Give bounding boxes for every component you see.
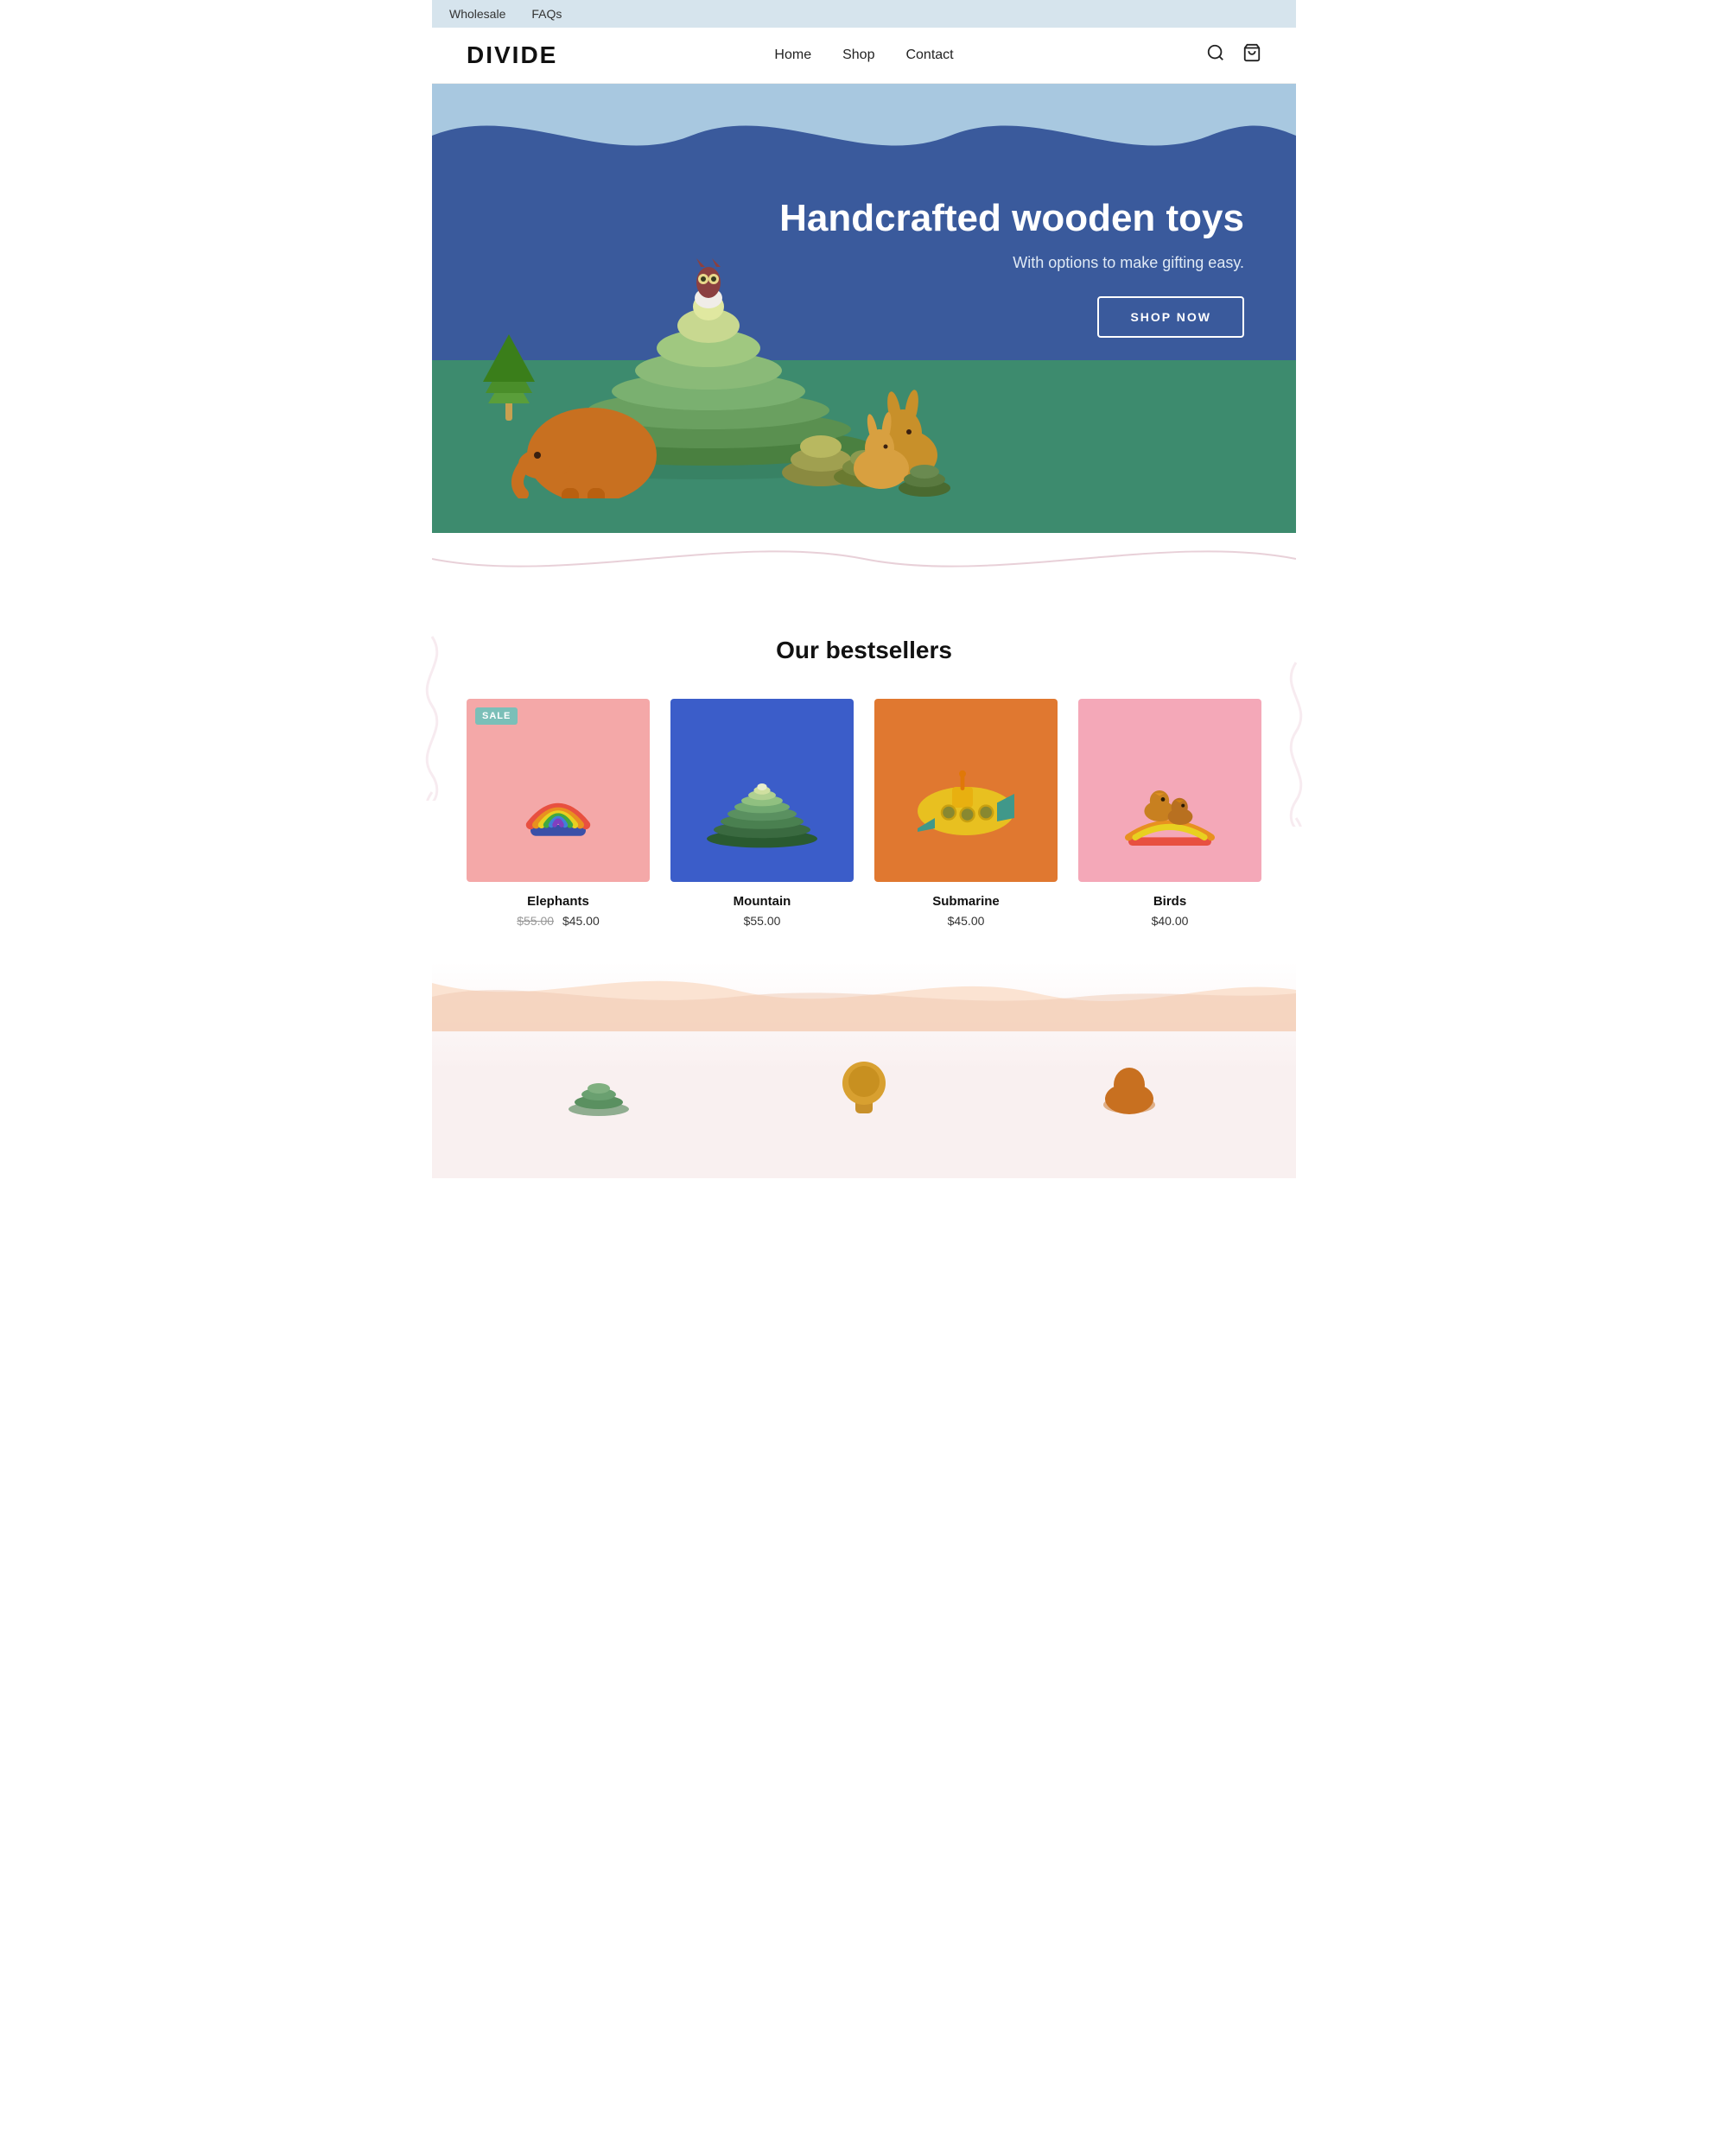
nav-shop[interactable]: Shop — [842, 48, 874, 63]
product-price-mountain: $55.00 — [670, 914, 854, 928]
product-price-elephants: $55.00 $45.00 — [467, 914, 650, 928]
bestsellers-heading: Our bestsellers — [467, 637, 1261, 664]
header-icons — [996, 43, 1261, 67]
logo: DIVIDE — [467, 41, 732, 69]
main-nav: Home Shop Contact — [732, 48, 997, 63]
price-birds: $40.00 — [1152, 914, 1189, 928]
bottom-toy-mid — [829, 1049, 899, 1118]
search-icon — [1206, 43, 1225, 62]
hero-section: Handcrafted wooden toys With options to … — [432, 84, 1296, 533]
product-name-birds: Birds — [1078, 894, 1261, 909]
bestsellers-section: Our bestsellers SALE — [432, 585, 1296, 962]
product-card-elephants[interactable]: SALE Elephants $55.00 $45.00 — [467, 699, 650, 928]
cart-button[interactable] — [1242, 43, 1261, 67]
product-card-birds[interactable]: Birds $40.00 — [1078, 699, 1261, 928]
bottom-section — [432, 962, 1296, 1178]
product-image-elephants: SALE — [467, 699, 650, 882]
wholesale-link[interactable]: Wholesale — [449, 7, 505, 21]
product-bg-elephants — [467, 699, 650, 882]
nav-contact[interactable]: Contact — [905, 48, 953, 63]
product-illustration-birds — [1101, 721, 1239, 859]
product-price-birds: $40.00 — [1078, 914, 1261, 928]
hero-content: Handcrafted wooden toys With options to … — [779, 196, 1244, 338]
search-button[interactable] — [1206, 43, 1225, 67]
wave-divider — [432, 533, 1296, 585]
squiggle-right-decoration — [1270, 654, 1322, 827]
squiggle-left-decoration — [406, 628, 458, 801]
hero-subtitle: With options to make gifting easy. — [779, 254, 1244, 272]
bottom-wave — [432, 962, 1296, 1031]
product-illustration-submarine — [897, 721, 1035, 859]
top-bar: Wholesale FAQs — [432, 0, 1296, 28]
product-image-mountain — [670, 699, 854, 882]
nav-home[interactable]: Home — [774, 48, 811, 63]
product-illustration-mountain — [693, 721, 831, 859]
product-image-birds — [1078, 699, 1261, 882]
sale-badge-elephants: SALE — [475, 707, 518, 725]
product-name-submarine: Submarine — [874, 894, 1058, 909]
price-original-elephants: $55.00 — [517, 914, 554, 928]
price-mountain: $55.00 — [744, 914, 781, 928]
product-bg-birds — [1078, 699, 1261, 882]
product-bg-mountain — [670, 699, 854, 882]
faqs-link[interactable]: FAQs — [531, 7, 562, 21]
product-name-mountain: Mountain — [670, 894, 854, 909]
product-bg-submarine — [874, 699, 1058, 882]
hero-title: Handcrafted wooden toys — [779, 196, 1244, 242]
price-submarine: $45.00 — [948, 914, 985, 928]
product-name-elephants: Elephants — [467, 894, 650, 909]
price-sale-elephants: $45.00 — [562, 914, 600, 928]
products-grid: SALE Elephants $55.00 $45.00 — [467, 699, 1261, 928]
product-price-submarine: $45.00 — [874, 914, 1058, 928]
product-illustration-elephants — [489, 721, 627, 859]
bottom-toy-right — [1095, 1049, 1164, 1118]
product-card-mountain[interactable]: Mountain $55.00 — [670, 699, 854, 928]
product-image-submarine — [874, 699, 1058, 882]
header: DIVIDE Home Shop Contact — [432, 28, 1296, 84]
cart-icon — [1242, 43, 1261, 62]
bottom-toy-left — [564, 1049, 633, 1118]
product-card-submarine[interactable]: Submarine $45.00 — [874, 699, 1058, 928]
hero-cta-button[interactable]: SHOP NOW — [1097, 296, 1244, 338]
